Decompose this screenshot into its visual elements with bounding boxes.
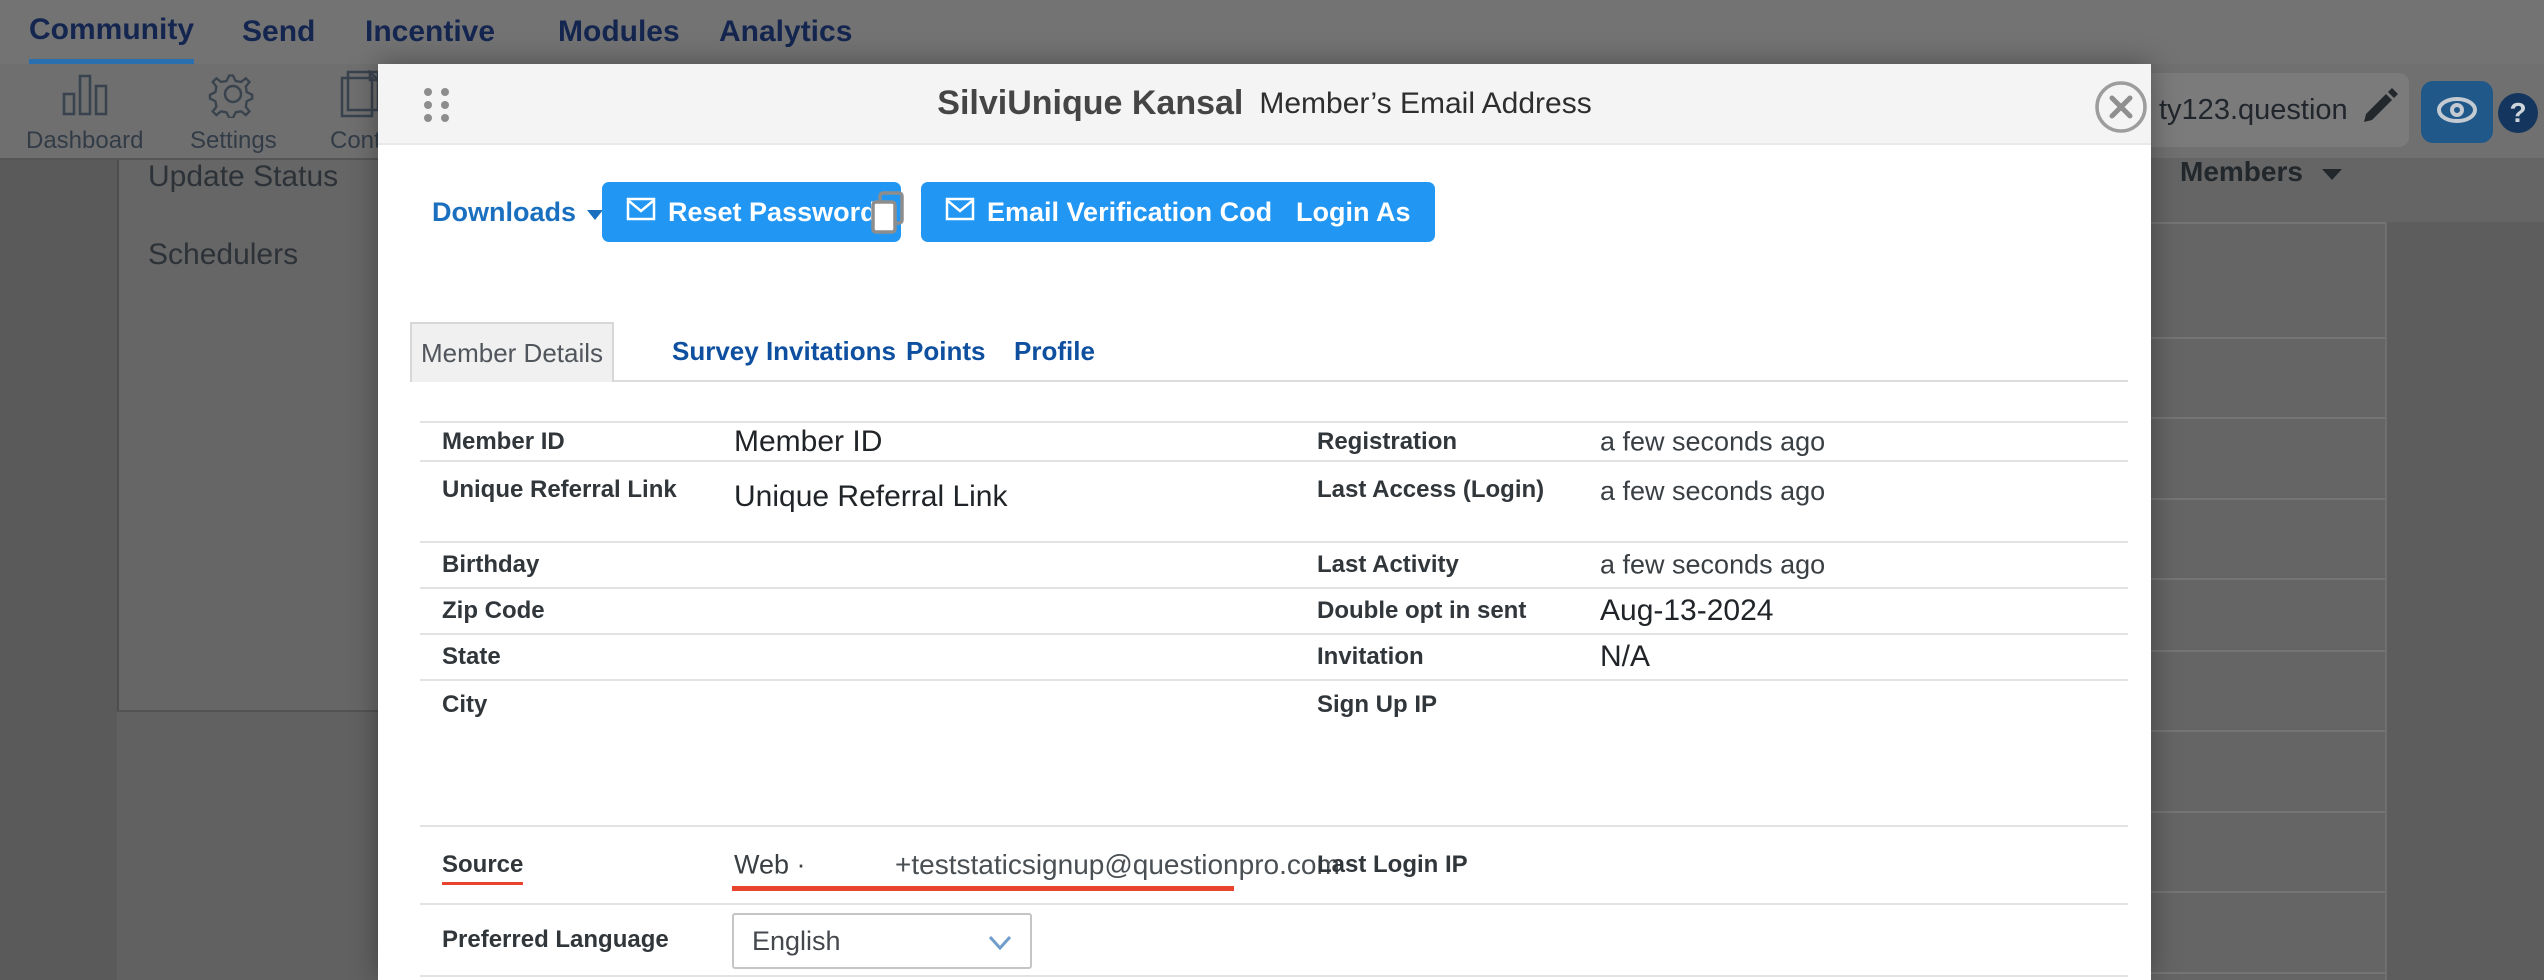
nav-item-send[interactable]: Send <box>242 0 315 64</box>
app-screen: Community Send Incentive Modules Analyti… <box>0 0 2544 980</box>
table-divider <box>2385 222 2387 980</box>
field-label: Invitation <box>1317 643 1424 671</box>
field-label: Unique Referral Link <box>442 476 677 504</box>
envelope-icon <box>626 197 656 228</box>
field-label: Last Activity <box>1317 551 1459 579</box>
field-label: Registration <box>1317 428 1457 456</box>
toolbar-item-settings[interactable]: Settings <box>190 70 277 155</box>
right-side-panel <box>2387 222 2544 980</box>
settings-menu-panel: Update Status Schedulers <box>117 160 378 712</box>
field-label: Member ID <box>442 428 565 456</box>
table-row: Unique Referral Link Unique Referral Lin… <box>420 462 2128 543</box>
preview-eye-button[interactable] <box>2421 81 2493 143</box>
table-row: City Sign Up IP <box>420 681 2128 825</box>
modal-action-row: Downloads Reset Password Email Verificat… <box>378 182 2151 242</box>
help-icon[interactable]: ? <box>2498 93 2538 133</box>
field-label: Sign Up IP <box>1317 691 1437 719</box>
tab-member-details[interactable]: Member Details <box>410 322 614 382</box>
menu-item-schedulers[interactable]: Schedulers <box>148 238 298 272</box>
tab-survey-invitations[interactable]: Survey Invitations <box>672 322 896 380</box>
nav-item-modules[interactable]: Modules <box>558 0 680 64</box>
field-label: Zip Code <box>442 597 545 625</box>
field-label: Last Access (Login) <box>1317 476 1544 504</box>
field-value: a few seconds ago <box>1600 550 1825 581</box>
tab-profile[interactable]: Profile <box>1014 322 1095 380</box>
field-label: City <box>442 691 487 719</box>
table-row: Zip Code Double opt in sent Aug-13-2024 <box>420 589 2128 635</box>
field-value: a few seconds ago <box>1600 426 1825 457</box>
gear-icon <box>208 70 258 123</box>
modal-header: SilviUnique Kansal Member’s Email Addres… <box>378 64 2151 145</box>
field-value: Member ID <box>734 425 882 459</box>
email-verification-code-button[interactable]: Email Verification Code <box>921 182 1311 242</box>
table-row: State Invitation N/A <box>420 635 2128 681</box>
chevron-down-icon <box>988 926 1012 957</box>
members-page-background: ty123.question ? Members <box>2151 64 2544 980</box>
edit-pencil-icon[interactable] <box>2356 82 2402 133</box>
field-value: Unique Referral Link <box>734 480 1007 514</box>
preferred-language-select[interactable]: English <box>732 913 1032 969</box>
caret-down-icon <box>2321 156 2343 188</box>
table-row-language: Preferred Language English <box>420 905 2128 977</box>
community-header-bar: ty123.question ? <box>2151 64 2544 158</box>
field-label: Source <box>442 851 523 885</box>
envelope-icon <box>945 197 975 228</box>
member-details-table: Member ID Member ID Registration a few s… <box>420 421 2128 977</box>
member-details-modal: SilviUnique Kansal Member’s Email Addres… <box>378 64 2151 980</box>
spellcheck-underline <box>732 886 1234 891</box>
field-value: Aug-13-2024 <box>1600 594 1773 628</box>
nav-item-analytics[interactable]: Analytics <box>719 0 852 64</box>
source-email-value: +teststaticsignup@questionpro.com <box>895 849 1340 881</box>
close-icon[interactable] <box>2093 79 2149 135</box>
field-label: Birthday <box>442 551 539 579</box>
field-label: Last Login IP <box>1317 851 1468 879</box>
members-dropdown[interactable]: Members <box>2180 156 2343 188</box>
left-rail <box>0 160 117 980</box>
eye-icon <box>2435 95 2479 130</box>
copy-icon[interactable] <box>868 190 908 236</box>
members-table-background <box>2151 222 2544 980</box>
bar-chart-icon <box>59 70 111 123</box>
member-name: SilviUnique Kansal <box>937 84 1243 123</box>
reset-password-button[interactable]: Reset Password <box>602 182 901 242</box>
field-value: N/A <box>1600 640 1650 674</box>
source-web-value: Web · <box>734 850 806 881</box>
modal-title-suffix: Member’s Email Address <box>1259 87 1591 121</box>
modal-tabs: Member Details Survey Invitations Points… <box>410 322 2128 382</box>
login-as-button[interactable]: Login As <box>1272 182 1435 242</box>
field-value: a few seconds ago <box>1600 476 1825 507</box>
toolbar-item-dashboard[interactable]: Dashboard <box>26 70 143 155</box>
nav-item-community[interactable]: Community <box>29 0 194 64</box>
field-label: Double opt in sent <box>1317 597 1526 625</box>
drag-handle-icon[interactable] <box>424 88 450 124</box>
table-row: Member ID Member ID Registration a few s… <box>420 421 2128 462</box>
top-nav: Community Send Incentive Modules Analyti… <box>0 0 2544 66</box>
downloads-dropdown[interactable]: Downloads <box>432 182 604 242</box>
tab-points[interactable]: Points <box>906 322 985 380</box>
nav-item-incentive[interactable]: Incentive <box>365 0 495 64</box>
table-row: Birthday Last Activity a few seconds ago <box>420 543 2128 589</box>
field-label: State <box>442 643 501 671</box>
field-label: Preferred Language <box>442 926 669 954</box>
menu-item-update-status[interactable]: Update Status <box>148 160 338 194</box>
table-row-source: Source Web · +teststaticsignup@questionp… <box>420 825 2128 905</box>
